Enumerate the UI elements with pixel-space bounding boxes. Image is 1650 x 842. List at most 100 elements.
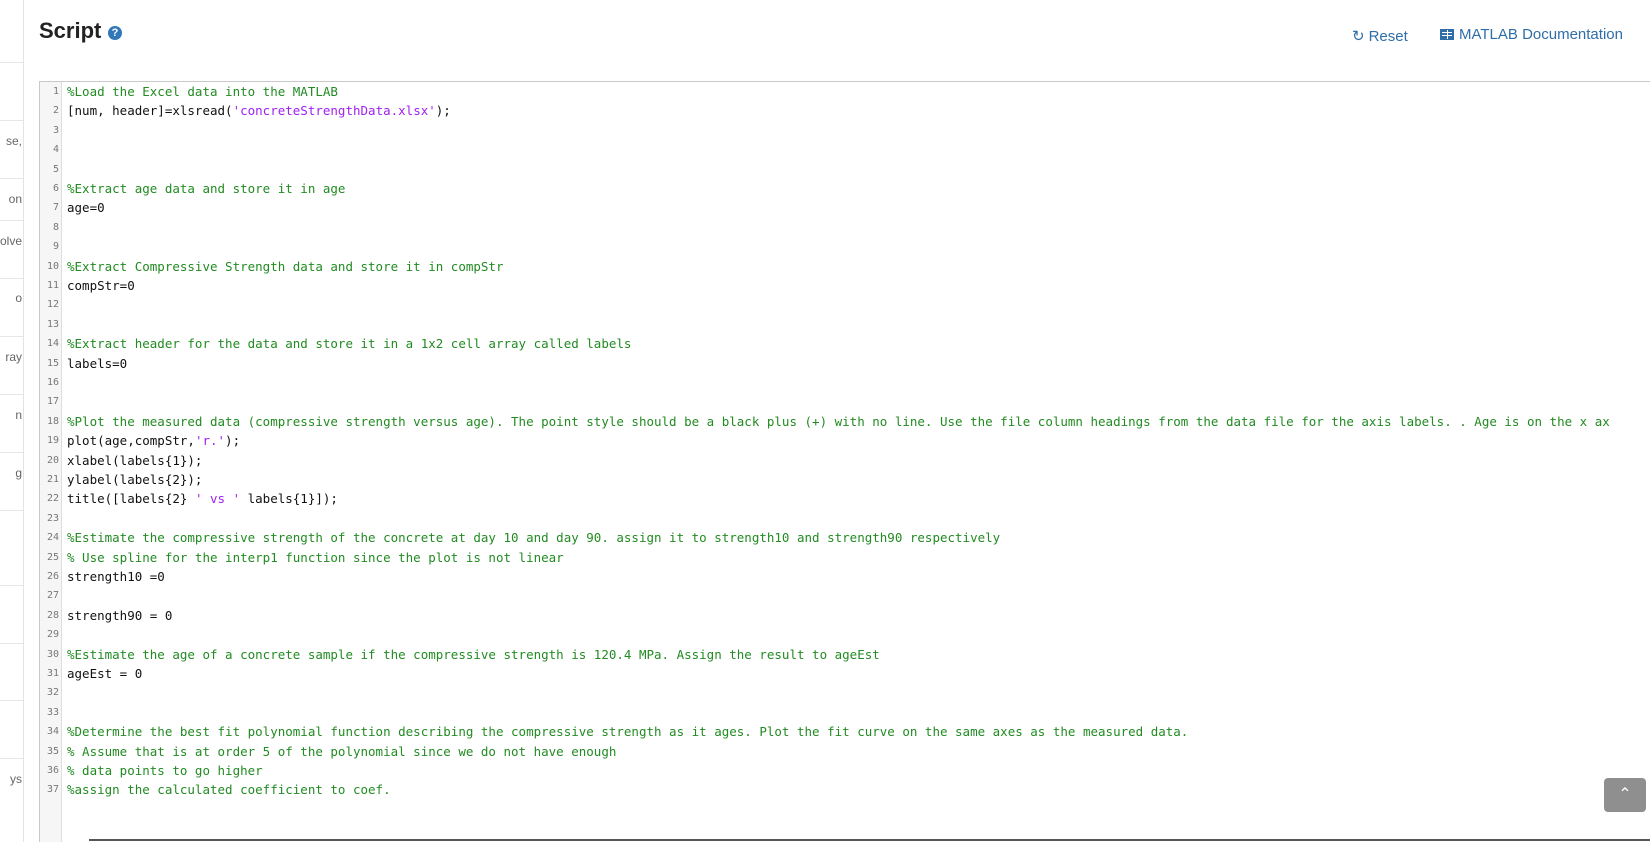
code-comment: %Extract Compressive Strength data and s…: [67, 258, 504, 274]
code-line[interactable]: 16: [40, 373, 1649, 393]
code-line[interactable]: 3: [40, 121, 1649, 141]
left-panel-text-fragment: olve: [0, 234, 22, 248]
code-line[interactable]: 19 plot(age,compStr,'r.');: [40, 431, 1649, 451]
code-text: %Plot the measured data (compressive str…: [67, 412, 1610, 432]
line-number: 32: [46, 687, 59, 699]
line-number: 29: [46, 629, 59, 641]
panel-divider: [0, 394, 23, 395]
panel-divider: [0, 700, 23, 701]
code-comment: %Determine the best fit polynomial funct…: [67, 724, 1189, 740]
line-number: 11: [46, 280, 59, 291]
line-number: 6: [52, 183, 59, 194]
line-number: 2: [52, 105, 59, 117]
code-line[interactable]: 1 %Load the Excel data into the MATLAB: [40, 82, 1649, 102]
code-comment: %Load the Excel data into the MATLAB: [67, 84, 338, 99]
code-line[interactable]: 34 %Determine the best fit polynomial fun…: [40, 722, 1649, 742]
line-number: 4: [52, 144, 59, 156]
panel-divider: [0, 278, 23, 279]
line-number: 16: [46, 377, 59, 388]
line-number: 23: [46, 512, 59, 524]
left-panel-text-fragment: ys: [10, 772, 22, 786]
line-number: 14: [46, 338, 59, 350]
code-token: );: [435, 103, 451, 119]
panel-divider: [0, 643, 23, 644]
horizontal-scrollbar[interactable]: [89, 839, 1650, 841]
code-text: %Extract age data and store it in age: [67, 179, 345, 199]
code-token: strength10 =0: [67, 569, 165, 584]
code-line[interactable]: 5: [40, 160, 1649, 180]
matlab-documentation-link[interactable]: MATLAB Documentation: [1440, 26, 1623, 43]
panel-divider: [0, 178, 23, 179]
code-line[interactable]: 6 %Extract age data and store it in age: [40, 179, 1649, 199]
reset-button[interactable]: ↻ Reset: [1352, 27, 1408, 45]
code-line[interactable]: 20 xlabel(labels{1});: [40, 451, 1649, 471]
code-text: strength90 = 0: [67, 606, 172, 626]
line-number: 19: [46, 435, 59, 447]
code-line[interactable]: 22 title([labels{2} ' vs ' labels{1}]);: [40, 489, 1649, 509]
code-line[interactable]: 4: [40, 140, 1649, 160]
line-number: 36: [46, 765, 59, 776]
code-line[interactable]: 9: [40, 237, 1649, 257]
line-number: 18: [46, 415, 59, 427]
code-line[interactable]: 11 compStr=0: [40, 276, 1649, 296]
code-line[interactable]: 15 labels=0: [40, 354, 1649, 374]
code-line[interactable]: 31 ageEst = 0: [40, 664, 1649, 684]
code-line[interactable]: 27: [40, 586, 1649, 606]
code-token: plot(age,compStr,: [67, 433, 195, 449]
code-editor[interactable]: 1 %Load the Excel data into the MATLAB 2 [n…: [39, 81, 1650, 842]
code-line[interactable]: 26 strength10 =0: [40, 567, 1649, 587]
code-text: %assign the calculated coefficient to co…: [67, 780, 391, 800]
scroll-to-top-button[interactable]: ⌃: [1604, 778, 1646, 812]
code-line[interactable]: 8: [40, 218, 1649, 238]
code-text: compStr=0: [67, 276, 135, 296]
code-token: ylabel(labels{2});: [67, 472, 203, 487]
panel-divider: [0, 220, 23, 221]
line-number: 9: [52, 241, 59, 253]
code-text: ageEst = 0: [67, 664, 142, 684]
code-text: %Extract Compressive Strength data and s…: [67, 257, 504, 277]
code-line[interactable]: 32: [40, 683, 1649, 703]
code-line[interactable]: 23: [40, 509, 1649, 529]
code-token: labels=0: [67, 355, 128, 371]
code-token: labels{1}]);: [240, 491, 338, 507]
code-text: %Load the Excel data into the MATLAB: [67, 82, 338, 102]
code-line[interactable]: 36 % data points to go higher: [40, 761, 1649, 781]
code-line[interactable]: 25 % Use spline for the interp1 function …: [40, 548, 1649, 568]
code-comment: %assign the calculated coefficient to co…: [67, 782, 391, 798]
code-line[interactable]: 17: [40, 392, 1649, 412]
line-number: 25: [46, 551, 59, 563]
help-icon[interactable]: ?: [108, 26, 122, 40]
code-comment: %Extract age data and store it in age: [67, 181, 346, 196]
code-line[interactable]: 37 %assign the calculated coefficient to …: [40, 780, 1649, 800]
code-line[interactable]: 30 %Estimate the age of a concrete sample…: [40, 645, 1649, 665]
line-number: 33: [46, 706, 59, 718]
code-line[interactable]: 7 age=0: [40, 198, 1649, 218]
panel-divider: [0, 120, 23, 121]
line-number: 12: [46, 299, 59, 311]
code-line[interactable]: 18 %Plot the measured data (compressive s…: [40, 412, 1649, 432]
line-number: 21: [46, 474, 59, 485]
code-line[interactable]: 24 %Estimate the compressive strength of …: [40, 528, 1649, 548]
code-line[interactable]: 35 % Assume that is at order 5 of the pol…: [40, 742, 1649, 762]
code-line[interactable]: 2 [num, header]=xlsread('concreteStrength…: [40, 101, 1649, 121]
code-string: 'concreteStrengthData.xlsx': [232, 103, 436, 119]
code-line[interactable]: 21 ylabel(labels{2});: [40, 470, 1649, 490]
code-comment: %Extract header for the data and store i…: [67, 336, 632, 352]
code-line[interactable]: 29: [40, 625, 1649, 645]
code-token: xlabel(labels{1});: [67, 452, 203, 468]
code-line[interactable]: 13: [40, 315, 1649, 335]
line-number: 13: [46, 318, 59, 330]
book-icon: [1440, 29, 1454, 40]
code-line[interactable]: 14 %Extract header for the data and store…: [40, 334, 1649, 354]
page-title: Script: [39, 18, 102, 43]
code-line[interactable]: 12: [40, 295, 1649, 315]
code-comment: %Plot the measured data (compressive str…: [67, 413, 1610, 429]
left-panel-strip: se, on olve o ray n g ys: [0, 0, 24, 842]
code-line[interactable]: 33: [40, 703, 1649, 723]
code-text: ylabel(labels{2});: [67, 470, 202, 490]
line-number: 15: [46, 357, 59, 369]
code-line[interactable]: 28 strength90 = 0: [40, 606, 1649, 626]
line-number: 1: [52, 86, 59, 97]
code-line[interactable]: 10 %Extract Compressive Strength data and…: [40, 257, 1649, 277]
code-text: [num, header]=xlsread('concreteStrengthD…: [67, 101, 451, 121]
